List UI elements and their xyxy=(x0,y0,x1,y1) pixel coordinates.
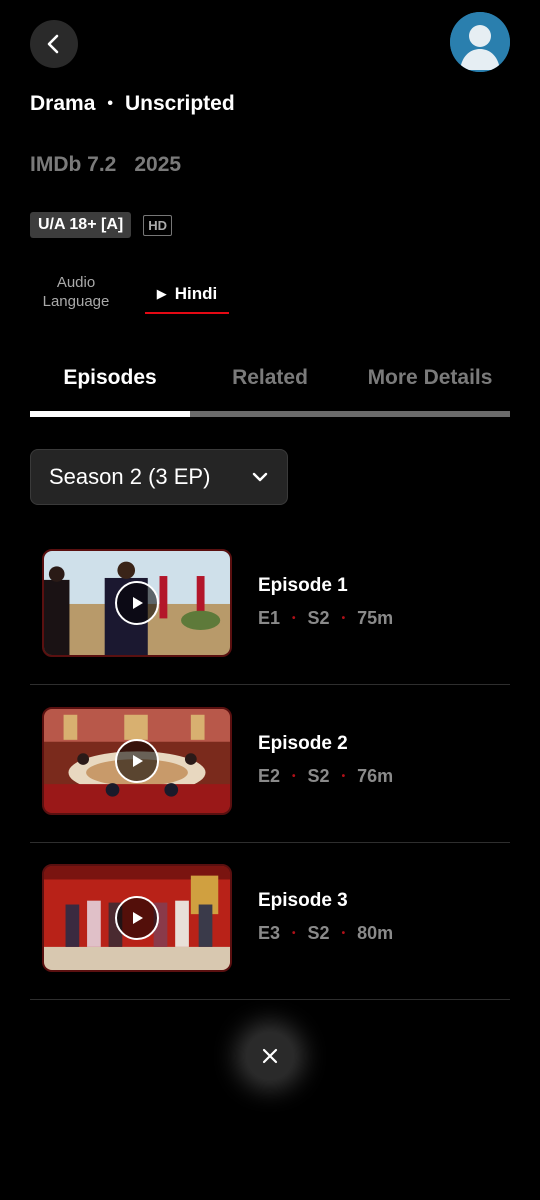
audio-option-label: Hindi xyxy=(174,284,218,303)
tab-episodes[interactable]: Episodes xyxy=(30,366,190,390)
tab-track xyxy=(30,411,510,417)
episode-row[interactable]: Episode 2 E2 • S2 • 76m xyxy=(30,707,510,843)
chevron-down-icon xyxy=(252,472,268,482)
genre-label: Unscripted xyxy=(124,92,235,115)
genre-separator: • xyxy=(107,95,113,112)
tab-bar: Episodes Related More Details xyxy=(30,366,510,390)
close-button[interactable] xyxy=(246,1032,294,1080)
play-icon xyxy=(133,912,143,924)
meta-separator: • xyxy=(341,613,346,624)
tab-indicator xyxy=(30,411,190,417)
audio-label-line: Audio xyxy=(56,274,96,291)
close-icon xyxy=(262,1048,278,1064)
season-dropdown-value: Season 2 (3 EP) xyxy=(49,464,211,489)
episode-thumbnail[interactable] xyxy=(42,864,232,972)
episode-thumbnail[interactable] xyxy=(42,549,232,657)
genre-label: Drama xyxy=(30,92,96,115)
title-meta: IMDb 7.2 2025 xyxy=(30,153,181,177)
back-button[interactable] xyxy=(30,20,78,68)
season-number: S2 xyxy=(307,923,330,943)
genre-list: Drama • Unscripted xyxy=(30,92,235,116)
play-button[interactable] xyxy=(115,581,159,625)
episode-duration: 75m xyxy=(357,608,394,628)
episode-number: E2 xyxy=(258,766,281,786)
chevron-left-icon xyxy=(47,34,59,54)
tab-more-details[interactable]: More Details xyxy=(350,366,510,390)
season-dropdown[interactable]: Season 2 (3 EP) xyxy=(30,449,288,505)
episode-title: Episode 3 xyxy=(258,890,348,911)
audio-label-line: Language xyxy=(42,293,110,310)
user-avatar-icon xyxy=(450,12,510,72)
release-year: 2025 xyxy=(134,153,182,176)
episode-thumbnail[interactable] xyxy=(42,707,232,815)
age-rating-badge: U/A 18+ [A] xyxy=(30,212,132,238)
episode-row[interactable]: Episode 1 E1 • S2 • 75m xyxy=(30,549,510,685)
play-icon xyxy=(133,755,143,767)
episode-duration: 76m xyxy=(357,766,394,786)
profile-avatar[interactable] xyxy=(450,12,510,72)
episode-row[interactable]: Episode 3 E3 • S2 • 80m xyxy=(30,864,510,1000)
play-button[interactable] xyxy=(115,896,159,940)
play-icon: ▶ xyxy=(156,286,167,301)
meta-separator: • xyxy=(292,613,296,624)
meta-separator: • xyxy=(292,771,296,782)
audio-option-hindi[interactable]: ▶ Hindi xyxy=(145,276,229,314)
meta-separator: • xyxy=(341,771,346,782)
hd-badge: HD xyxy=(143,214,172,236)
episode-duration: 80m xyxy=(357,923,394,943)
audio-language-label: Audio Language xyxy=(38,273,114,311)
episode-meta: E2 • S2 • 76m xyxy=(258,766,393,787)
tab-related[interactable]: Related xyxy=(190,366,350,390)
episode-title: Episode 2 xyxy=(258,733,348,754)
episode-meta: E1 • S2 • 75m xyxy=(258,608,393,629)
imdb-rating: IMDb 7.2 xyxy=(30,153,117,176)
episode-number: E3 xyxy=(258,923,281,943)
episode-meta: E3 • S2 • 80m xyxy=(258,923,393,944)
badge-row: U/A 18+ [A] HD xyxy=(30,212,172,238)
season-number: S2 xyxy=(307,608,330,628)
season-number: S2 xyxy=(307,766,330,786)
meta-separator: • xyxy=(341,928,346,939)
episode-title: Episode 1 xyxy=(258,575,348,596)
play-button[interactable] xyxy=(115,739,159,783)
meta-separator: • xyxy=(292,928,296,939)
episode-number: E1 xyxy=(258,608,281,628)
play-icon xyxy=(133,597,143,609)
